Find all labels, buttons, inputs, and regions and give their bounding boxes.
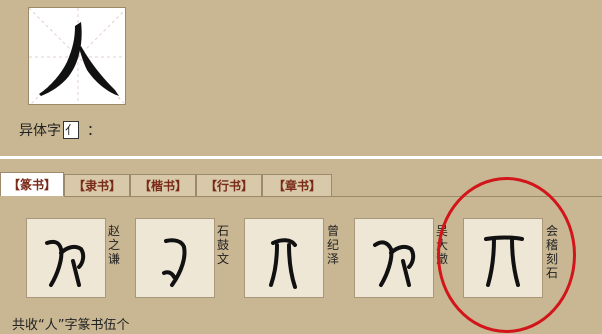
variant-character-link[interactable]: 亻: [63, 121, 79, 139]
glyph-card[interactable]: [244, 218, 324, 298]
tab-lishu[interactable]: 【隶书】: [64, 174, 130, 196]
glyph-card[interactable]: [135, 218, 215, 298]
variant-colon: ：: [87, 123, 101, 139]
glyph-count-summary: 共收“人”字篆书伍个: [12, 318, 130, 333]
glyph-card[interactable]: [26, 218, 106, 298]
seal-glyph-image: [373, 240, 416, 287]
tab-label: 【楷书】: [138, 179, 187, 193]
character-header: 异体字 亻 ：: [0, 0, 602, 160]
glyph-source-label: 石鼓文: [217, 224, 230, 266]
main-character-image: [28, 7, 126, 105]
tab-xingshu[interactable]: 【行书】: [196, 174, 262, 196]
variant-characters-row: 异体字 亻 ：: [19, 120, 101, 140]
variant-label: 异体字: [19, 123, 61, 139]
tab-label: 【篆书】: [7, 178, 56, 192]
tab-label: 【行书】: [204, 179, 253, 193]
tab-label: 【章书】: [272, 179, 321, 193]
seal-glyph-image: [45, 239, 86, 287]
character-ren-glyph: [29, 8, 125, 104]
tab-kaishu[interactable]: 【楷书】: [130, 174, 196, 196]
variant-character: 亻: [65, 123, 78, 137]
tab-zhangshu[interactable]: 【章书】: [262, 174, 332, 196]
glyph-source-label: 赵之谦: [108, 224, 121, 266]
glyph-card[interactable]: [354, 218, 434, 298]
seal-glyph-image: [162, 238, 187, 287]
tab-zhuanshu[interactable]: 【篆书】: [0, 172, 64, 196]
highlight-circle: [437, 177, 576, 333]
glyph-source-label: 曾纪泽: [327, 224, 340, 266]
seal-glyph-image: [269, 238, 297, 289]
tab-label: 【隶书】: [72, 179, 121, 193]
